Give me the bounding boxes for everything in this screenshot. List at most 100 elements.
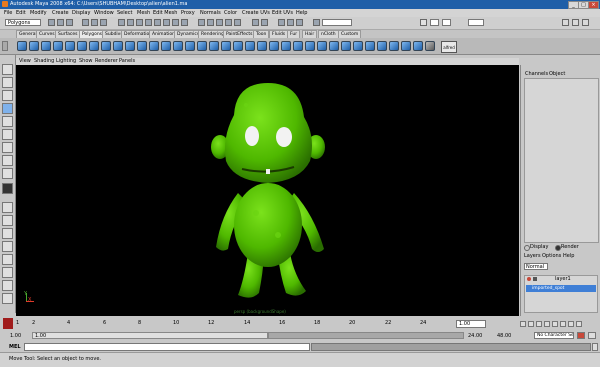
perspective-viewport[interactable]: X Y persp (backgroundShape) xyxy=(16,65,519,316)
custom-layout-icon[interactable] xyxy=(2,293,13,304)
start-time-field[interactable]: 1.00 xyxy=(10,333,21,339)
snap-curve-icon[interactable] xyxy=(207,19,214,26)
auto-key-icon[interactable] xyxy=(577,332,585,339)
select-object-icon[interactable] xyxy=(91,19,98,26)
persp-hypergraph-layout-icon[interactable] xyxy=(2,267,13,278)
menu-normals[interactable]: Normals xyxy=(200,10,221,16)
smooth-icon[interactable] xyxy=(185,41,195,51)
new-scene-icon[interactable] xyxy=(48,19,55,26)
combine-icon[interactable] xyxy=(113,41,123,51)
shelf-tab-toon[interactable]: Toon xyxy=(253,30,270,38)
menu-select[interactable]: Select xyxy=(117,10,132,16)
viewport-menu-lighting[interactable]: Lighting xyxy=(56,58,76,64)
poly-sphere-icon[interactable] xyxy=(17,41,27,51)
menu-file[interactable]: File xyxy=(4,10,12,16)
poly-pyramid-icon[interactable] xyxy=(89,41,99,51)
mask-deformers-icon[interactable] xyxy=(154,19,161,26)
menu-modify[interactable]: Modify xyxy=(30,10,47,16)
viewport-menu-shading[interactable]: Shading xyxy=(34,58,54,64)
absolute-transform-icon[interactable] xyxy=(420,19,427,26)
poly-cylinder-icon[interactable] xyxy=(41,41,51,51)
quadrangulate-icon[interactable] xyxy=(233,41,243,51)
menu-window[interactable]: Window xyxy=(94,10,114,16)
viewport-menu-renderer[interactable]: Renderer xyxy=(95,58,118,64)
poly-cone-icon[interactable] xyxy=(53,41,63,51)
select-component-icon[interactable] xyxy=(100,19,107,26)
construction-history-icon[interactable] xyxy=(261,19,268,26)
shelf-tab-custom[interactable]: Custom xyxy=(338,30,362,38)
mask-surfaces-icon[interactable] xyxy=(145,19,152,26)
poly-pipe-icon[interactable] xyxy=(101,41,111,51)
mask-handles-icon[interactable] xyxy=(118,19,125,26)
viewport-menu-view[interactable]: View xyxy=(19,58,31,64)
show-hide-tool-settings-icon[interactable] xyxy=(572,19,579,26)
layer-name[interactable]: layer1 xyxy=(555,276,571,282)
history-icon[interactable] xyxy=(252,19,259,26)
poly-torus-icon[interactable] xyxy=(77,41,87,51)
transform-y-field[interactable] xyxy=(442,19,451,26)
show-hide-channel-box-icon[interactable] xyxy=(582,19,589,26)
rotate-tool-icon[interactable] xyxy=(2,116,13,127)
animation-preferences-icon[interactable] xyxy=(588,332,596,339)
persp-graph-layout-icon[interactable] xyxy=(2,241,13,252)
lasso-tool-icon[interactable] xyxy=(2,77,13,88)
object-tab[interactable]: Object xyxy=(549,71,565,77)
step-back-icon[interactable] xyxy=(528,321,534,327)
go-to-end-icon[interactable] xyxy=(576,321,582,327)
extract-icon[interactable] xyxy=(137,41,147,51)
viewport-menu-panels[interactable]: Panels xyxy=(119,58,135,64)
mel-command-input[interactable] xyxy=(24,343,310,351)
menu-help[interactable]: Help xyxy=(296,10,307,16)
menu-edit-uvs[interactable]: Edit UVs xyxy=(272,10,293,16)
mirror-geometry-icon[interactable] xyxy=(245,41,255,51)
shelf-tab-ncloth[interactable]: nCloth xyxy=(318,30,339,38)
snap-grid-icon[interactable] xyxy=(198,19,205,26)
move-tool-icon[interactable] xyxy=(2,103,13,114)
transform-x-field[interactable] xyxy=(430,19,439,26)
shelf-menu-icon[interactable] xyxy=(2,41,8,51)
menu-edit-mesh[interactable]: Edit Mesh xyxy=(153,10,177,16)
boolean-union-icon[interactable] xyxy=(149,41,159,51)
render-settings-icon[interactable] xyxy=(296,19,303,26)
shelf-tab-surfaces[interactable]: Surfaces xyxy=(55,30,81,38)
step-forward-key-icon[interactable] xyxy=(560,321,566,327)
mask-misc-icon[interactable] xyxy=(181,19,188,26)
script-editor-icon[interactable] xyxy=(592,343,598,351)
bridge-icon[interactable] xyxy=(269,41,279,51)
offset-edge-loop-icon[interactable] xyxy=(317,41,327,51)
boolean-difference-icon[interactable] xyxy=(161,41,171,51)
transform-z-field[interactable] xyxy=(468,19,484,26)
boolean-intersection-icon[interactable] xyxy=(173,41,183,51)
universal-manipulator-icon[interactable] xyxy=(2,142,13,153)
append-polygon-icon[interactable] xyxy=(281,41,291,51)
mask-dynamics-icon[interactable] xyxy=(163,19,170,26)
layer-visibility-icon[interactable] xyxy=(533,277,537,281)
step-forward-icon[interactable] xyxy=(568,321,574,327)
paint-select-tool-icon[interactable] xyxy=(2,90,13,101)
close-button[interactable]: × xyxy=(588,1,599,9)
open-scene-icon[interactable] xyxy=(57,19,64,26)
poly-plane-icon[interactable] xyxy=(65,41,75,51)
selected-layer-row[interactable]: imported_spot xyxy=(526,285,596,292)
current-frame-field[interactable]: 1.00 xyxy=(456,320,486,328)
playback-range-track[interactable] xyxy=(268,332,464,339)
triangulate-icon[interactable] xyxy=(221,41,231,51)
play-backwards-icon[interactable] xyxy=(544,321,550,327)
four-view-layout-icon[interactable] xyxy=(2,215,13,226)
last-tool-icon[interactable] xyxy=(2,183,13,194)
bevel-icon[interactable] xyxy=(401,41,411,51)
separate-icon[interactable] xyxy=(125,41,135,51)
persp-outliner-layout-icon[interactable] xyxy=(2,228,13,239)
collapse-icon[interactable] xyxy=(365,41,375,51)
end-time-field[interactable]: 24.00 xyxy=(468,333,482,339)
soft-modification-icon[interactable] xyxy=(2,155,13,166)
layers-menu[interactable]: Layers xyxy=(524,253,541,259)
planar-mapping-icon[interactable] xyxy=(413,41,423,51)
shelf-tab-fur[interactable]: Fur xyxy=(287,30,301,38)
options-menu[interactable]: Options xyxy=(542,253,561,259)
show-manipulator-icon[interactable] xyxy=(2,168,13,179)
merge-icon[interactable] xyxy=(341,41,351,51)
menu-set-dropdown[interactable]: Polygons xyxy=(5,19,41,26)
play-forwards-icon[interactable] xyxy=(552,321,558,327)
go-to-start-icon[interactable] xyxy=(520,321,526,327)
